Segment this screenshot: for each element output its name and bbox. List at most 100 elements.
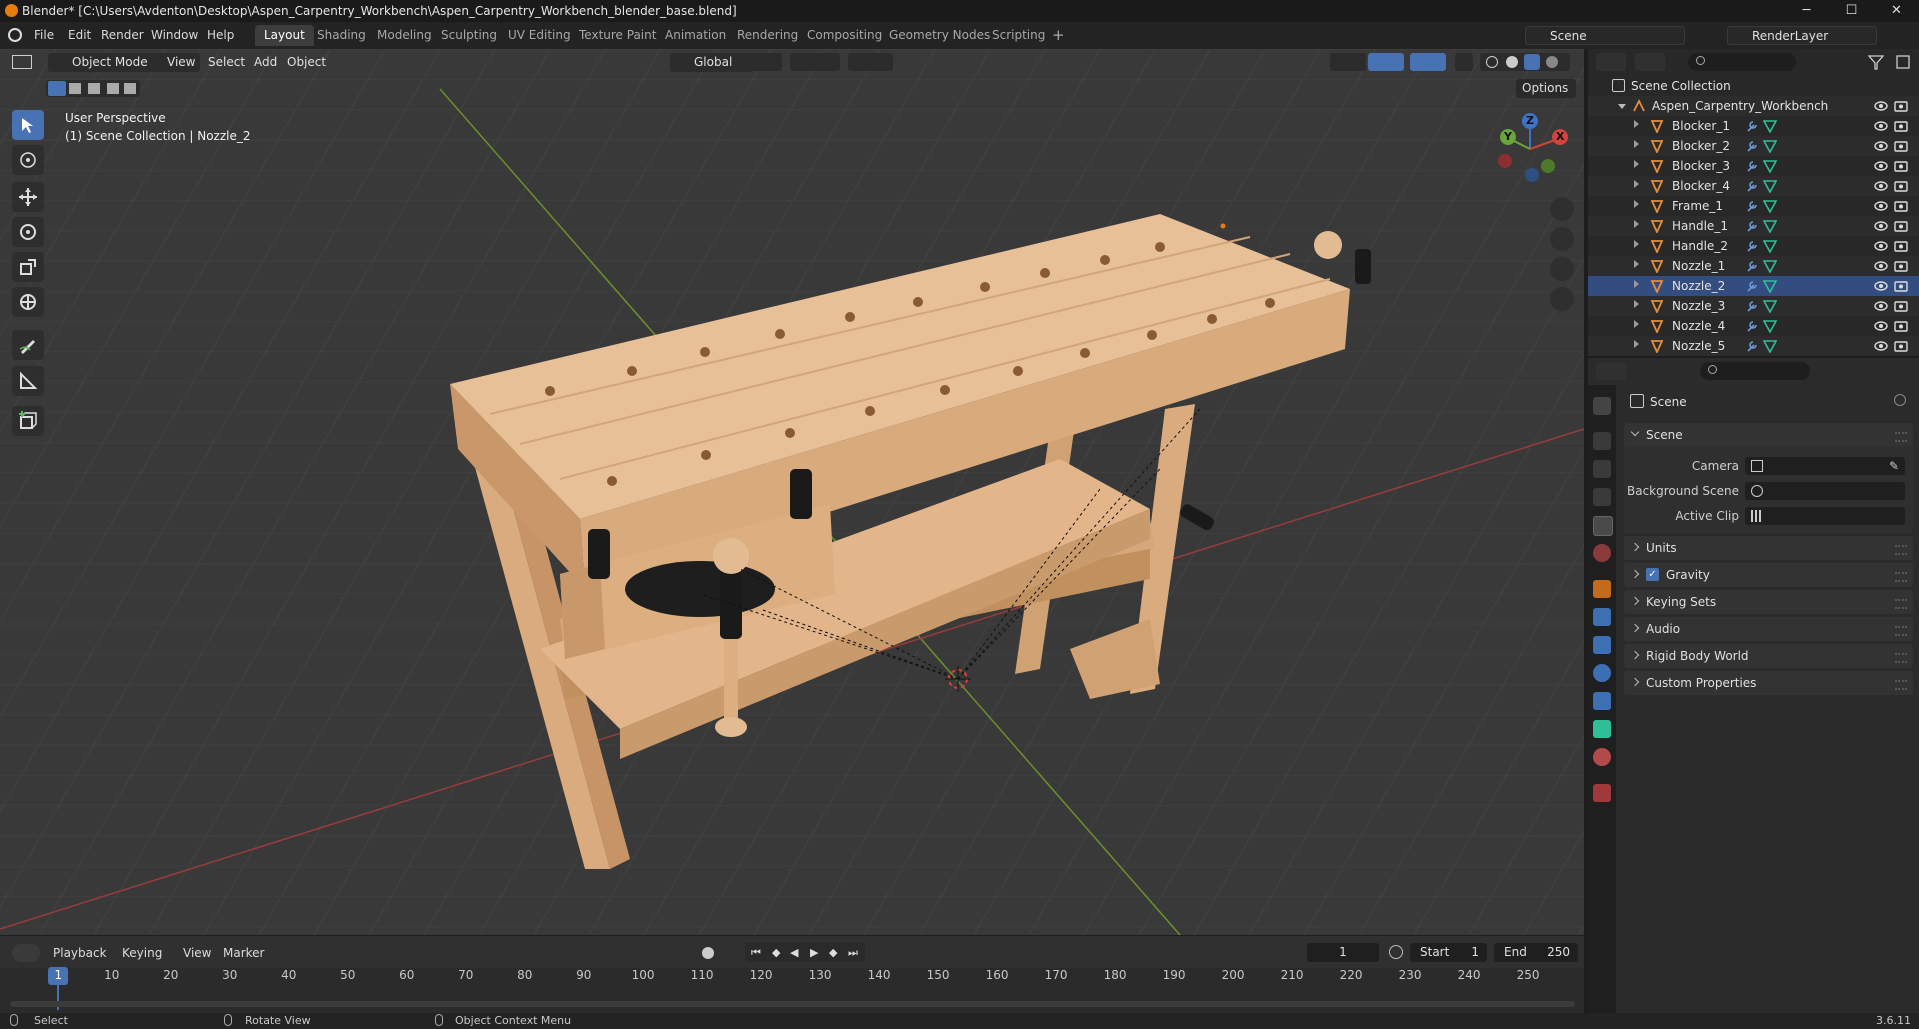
outliner-row-object[interactable]: Nozzle_5 bbox=[1588, 336, 1919, 356]
texture-tab-icon[interactable] bbox=[1593, 784, 1611, 802]
tool-settings-tab-icon[interactable] bbox=[1593, 397, 1611, 415]
visibility-eye-icon[interactable] bbox=[1874, 120, 1888, 132]
render-camera-icon[interactable] bbox=[1894, 140, 1908, 152]
proportional-edit-icon[interactable] bbox=[848, 53, 893, 71]
mesh-data-tab-icon[interactable] bbox=[1593, 720, 1611, 738]
maximize-button[interactable]: ☐ bbox=[1829, 0, 1874, 22]
modifier-wrench-icon[interactable] bbox=[1745, 319, 1759, 333]
blender-menu-icon[interactable] bbox=[8, 28, 22, 42]
annotate-tool[interactable] bbox=[12, 330, 44, 360]
physics-tab-icon[interactable] bbox=[1593, 664, 1611, 682]
select-subtract-icon[interactable] bbox=[88, 83, 100, 94]
visibility-eye-icon[interactable] bbox=[1874, 300, 1888, 312]
panel-grip-icon[interactable] bbox=[1895, 653, 1907, 663]
outliner-row-object[interactable]: Blocker_3 bbox=[1588, 156, 1919, 176]
view-layer-tab-icon[interactable] bbox=[1593, 488, 1611, 506]
gravity-checkbox[interactable]: ✓ bbox=[1646, 568, 1659, 581]
menu-render[interactable]: Render bbox=[101, 28, 144, 42]
selection-mode-group[interactable] bbox=[46, 80, 140, 97]
visibility-eye-icon[interactable] bbox=[1874, 320, 1888, 332]
timeline-editor-type-icon[interactable] bbox=[12, 944, 40, 962]
tab-compositing[interactable]: Compositing bbox=[798, 25, 891, 46]
outliner-row-object[interactable]: Handle_1 bbox=[1588, 216, 1919, 236]
render-camera-icon[interactable] bbox=[1894, 240, 1908, 252]
mesh-data-icon[interactable] bbox=[1763, 219, 1777, 233]
zoom-icon[interactable] bbox=[1550, 197, 1574, 221]
tab-layout[interactable]: Layout bbox=[255, 25, 314, 46]
scale-tool[interactable] bbox=[12, 252, 44, 282]
render-camera-icon[interactable] bbox=[1894, 280, 1908, 292]
mesh-data-icon[interactable] bbox=[1763, 119, 1777, 133]
render-camera-icon[interactable] bbox=[1894, 340, 1908, 352]
pivot-point-icon[interactable] bbox=[752, 53, 782, 71]
visibility-eye-icon[interactable] bbox=[1874, 140, 1888, 152]
play-icon[interactable]: ▶ bbox=[810, 946, 818, 959]
visibility-eye-icon[interactable] bbox=[1874, 340, 1888, 352]
mesh-data-icon[interactable] bbox=[1763, 299, 1777, 313]
modifier-wrench-icon[interactable] bbox=[1745, 159, 1759, 173]
mesh-data-icon[interactable] bbox=[1763, 179, 1777, 193]
background-scene-field[interactable] bbox=[1745, 482, 1905, 500]
expand-arrow-icon[interactable] bbox=[1634, 280, 1639, 288]
jump-start-icon[interactable]: ⏮ bbox=[751, 946, 761, 960]
tab-uv-editing[interactable]: UV Editing bbox=[499, 25, 580, 46]
viewport-menu-add[interactable]: Add bbox=[254, 53, 277, 72]
modifier-wrench-icon[interactable] bbox=[1745, 119, 1759, 133]
render-camera-icon[interactable] bbox=[1894, 320, 1908, 332]
tab-geometry-nodes[interactable]: Geometry Nodes bbox=[880, 25, 999, 46]
tab-shading[interactable]: Shading bbox=[308, 25, 375, 46]
modifier-wrench-icon[interactable] bbox=[1745, 279, 1759, 293]
add-workspace-button[interactable]: + bbox=[1052, 26, 1065, 44]
modifier-wrench-icon[interactable] bbox=[1745, 219, 1759, 233]
measure-tool[interactable] bbox=[12, 366, 44, 396]
camera-view-icon[interactable] bbox=[1550, 257, 1574, 281]
render-camera-icon[interactable] bbox=[1894, 160, 1908, 172]
select-box-tool[interactable] bbox=[12, 110, 44, 140]
perspective-grid-icon[interactable] bbox=[1550, 287, 1574, 311]
view-layer-selector[interactable]: RenderLayer bbox=[1727, 26, 1877, 45]
snap-icon[interactable] bbox=[790, 53, 840, 71]
visibility-eye-icon[interactable] bbox=[1874, 240, 1888, 252]
camera-field[interactable]: ✎ bbox=[1745, 457, 1905, 475]
outliner-search-input[interactable] bbox=[1688, 53, 1796, 71]
shading-mode-group[interactable] bbox=[1480, 53, 1570, 71]
menu-edit[interactable]: Edit bbox=[68, 28, 91, 42]
close-button[interactable]: ✕ bbox=[1874, 0, 1919, 22]
timeline-scrollbar[interactable] bbox=[10, 1001, 1575, 1007]
constraints-tab-icon[interactable] bbox=[1593, 692, 1611, 710]
select-new-icon[interactable] bbox=[48, 81, 66, 96]
mesh-data-icon[interactable] bbox=[1763, 339, 1777, 353]
mesh-data-icon[interactable] bbox=[1763, 239, 1777, 253]
overlay-toggle-icon[interactable] bbox=[1410, 53, 1446, 71]
render-tab-icon[interactable] bbox=[1593, 432, 1611, 450]
modifier-wrench-icon[interactable] bbox=[1745, 179, 1759, 193]
world-tab-icon[interactable] bbox=[1593, 544, 1611, 562]
visibility-icon[interactable] bbox=[1330, 53, 1366, 71]
render-camera-icon[interactable] bbox=[1894, 220, 1908, 232]
record-keyframe-icon[interactable] bbox=[702, 947, 714, 959]
expand-arrow-icon[interactable] bbox=[1634, 160, 1639, 168]
playback-controls[interactable]: ⏮ ◆ ◀ ▶ ◆ ⏭ bbox=[745, 943, 865, 962]
outliner-editor-type-icon[interactable] bbox=[1596, 53, 1626, 71]
outliner-row-collection[interactable]: Aspen_Carpentry_Workbench bbox=[1588, 96, 1919, 116]
new-collection-icon[interactable] bbox=[1895, 53, 1913, 71]
select-invert-icon[interactable] bbox=[107, 83, 119, 94]
pan-hand-icon[interactable] bbox=[1550, 227, 1574, 251]
outliner-row-scene-collection[interactable]: Scene Collection bbox=[1588, 76, 1919, 96]
current-frame-field[interactable]: 1 bbox=[1307, 943, 1379, 962]
outliner-row-object[interactable]: Nozzle_4 bbox=[1588, 316, 1919, 336]
cursor-tool[interactable] bbox=[12, 145, 44, 175]
mesh-data-icon[interactable] bbox=[1763, 139, 1777, 153]
visibility-eye-icon[interactable] bbox=[1874, 180, 1888, 192]
tab-animation[interactable]: Animation bbox=[656, 25, 735, 46]
expand-arrow-icon[interactable] bbox=[1634, 340, 1639, 348]
panel-custom-properties-header[interactable]: Custom Properties bbox=[1624, 671, 1913, 695]
pin-icon[interactable] bbox=[1894, 394, 1906, 406]
transform-orientation-dropdown[interactable]: Global bbox=[670, 53, 754, 72]
tab-modeling[interactable]: Modeling bbox=[368, 25, 441, 46]
wireframe-shading-icon[interactable] bbox=[1486, 56, 1498, 68]
prev-keyframe-icon[interactable]: ◆ bbox=[772, 946, 780, 959]
rotate-tool[interactable] bbox=[12, 217, 44, 247]
add-cube-tool[interactable] bbox=[12, 406, 44, 436]
gizmo-toggle-icon[interactable] bbox=[1368, 53, 1404, 71]
